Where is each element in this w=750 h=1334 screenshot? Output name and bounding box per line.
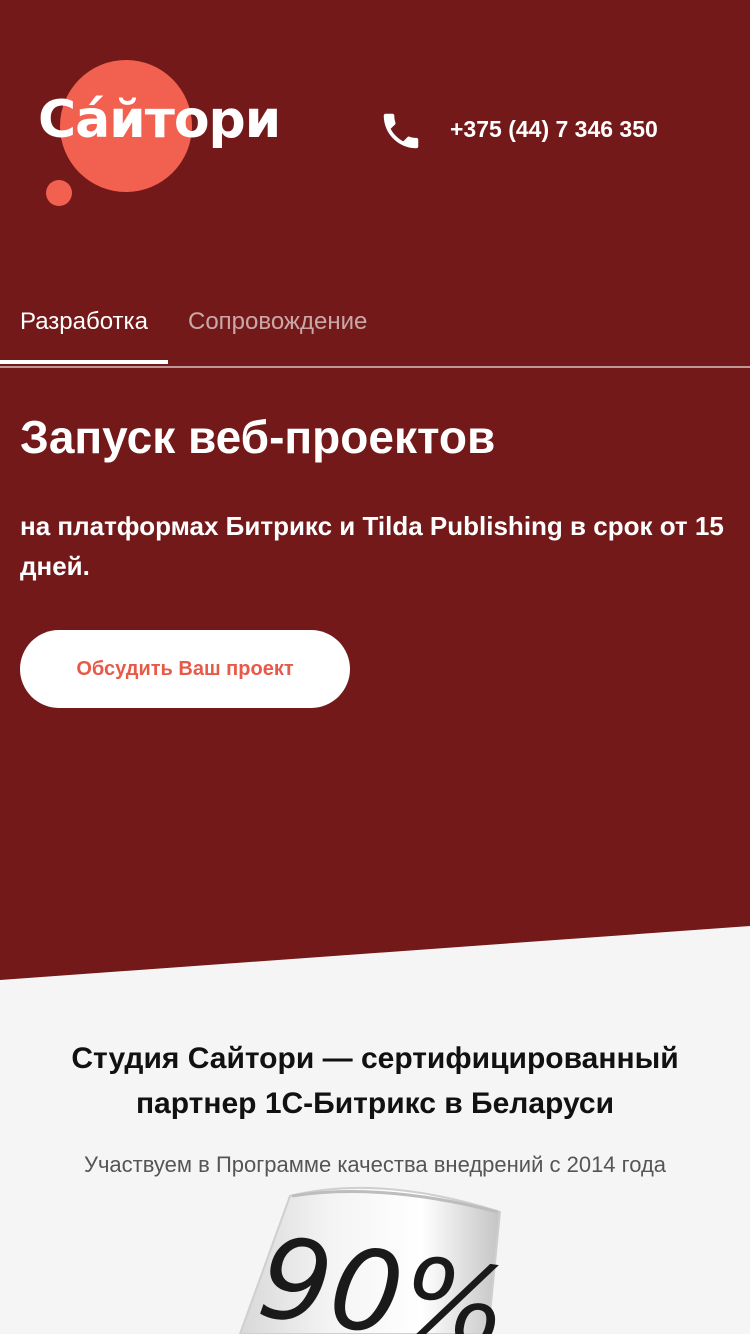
partner-subtitle: Участвуем в Программе качества внедрений… xyxy=(83,1152,667,1177)
hero-subtitle: на платформах Битрикс и Tilda Publishing… xyxy=(20,511,724,581)
partner-title: Студия Сайтори — сертифицированный партн… xyxy=(71,1042,679,1120)
phone-number-link[interactable]: +375 (44) 7 346 350 xyxy=(450,116,658,143)
logo[interactable]: Са́йтори xyxy=(38,60,298,210)
discuss-project-button[interactable]: Обсудить Ваш проект xyxy=(20,630,350,708)
hero-title: Запуск веб-проектов xyxy=(20,411,496,463)
logo-text: Са́йтори xyxy=(38,90,281,150)
tab-support[interactable]: Сопровождение xyxy=(188,296,367,364)
tab-bar: Разработка Сопровождение xyxy=(0,296,750,368)
phone-icon[interactable] xyxy=(378,108,424,154)
tab-development[interactable]: Разработка xyxy=(0,296,168,364)
mug-image: 90% xyxy=(238,1187,516,1334)
logo-circle-small xyxy=(46,180,72,206)
hero-slant-divider xyxy=(0,926,750,986)
